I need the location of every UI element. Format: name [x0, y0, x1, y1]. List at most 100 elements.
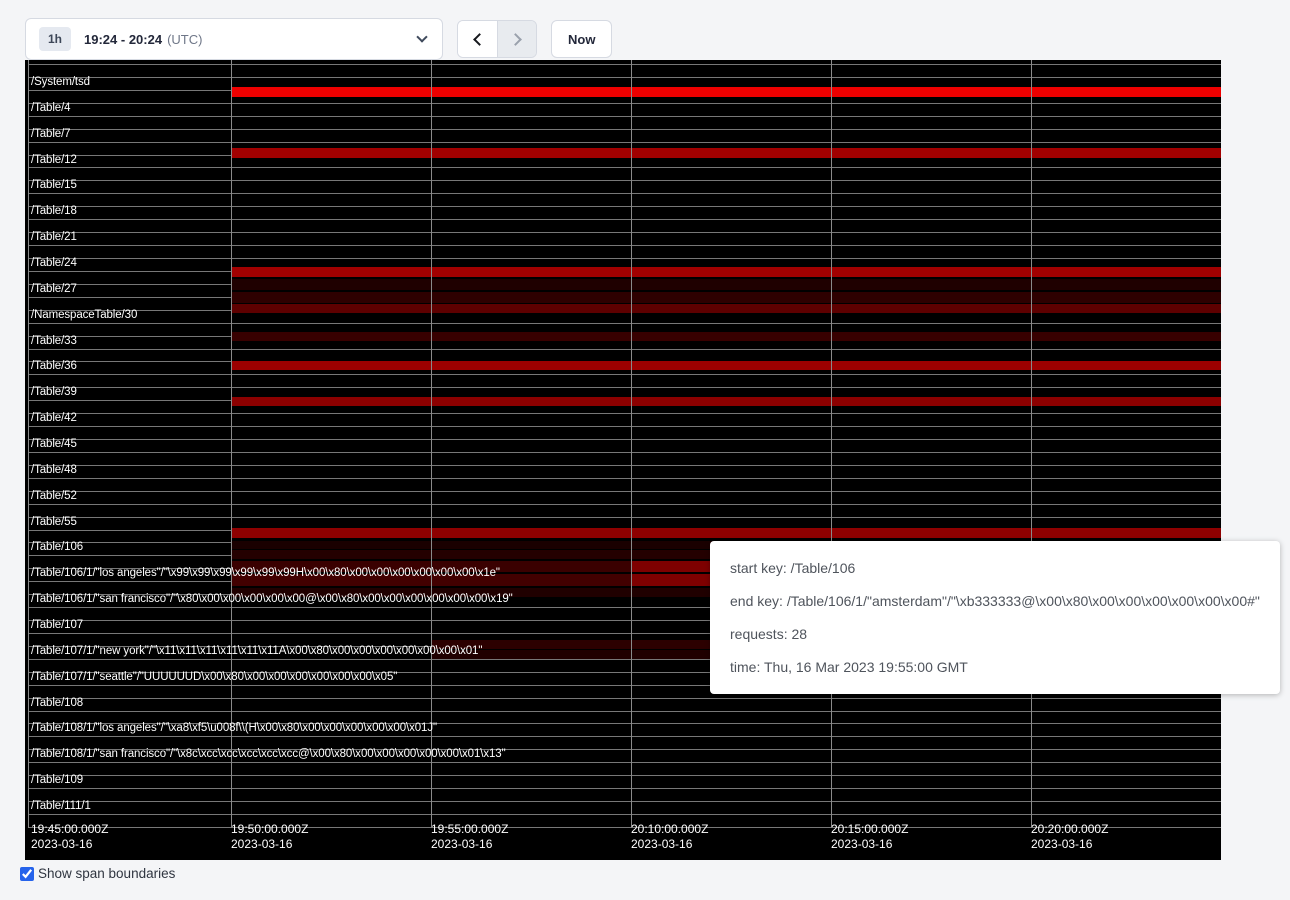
span-boundary-line: [28, 258, 1221, 259]
span-boundary-line: [28, 698, 1221, 699]
span-key-label: /Table/21: [31, 231, 77, 243]
time-grid-line: [28, 60, 29, 828]
span-boundary-line: [28, 245, 1221, 246]
span-boundary-line: [28, 465, 1221, 466]
tooltip-requests: requests: 28: [730, 618, 1260, 651]
prev-time-button[interactable]: [458, 21, 497, 57]
span-boundary-line: [28, 517, 1221, 518]
span-boundary-line: [28, 711, 1221, 712]
span-key-label: /Table/107: [31, 619, 83, 631]
tick-date: 2023-03-16: [231, 837, 308, 852]
span-boundary-line: [28, 426, 1221, 427]
span-boundary-line: [28, 452, 1221, 453]
span-boundary-line: [28, 374, 1221, 375]
span-key-label: /Table/106/1/"los angeles"/"\x99\x99\x99…: [31, 567, 500, 579]
time-grid-line: [631, 60, 632, 828]
span-boundary-line: [28, 206, 1221, 207]
span-boundary-line: [28, 142, 1221, 143]
chevron-right-icon: [509, 33, 522, 46]
tick-time: 20:20:00.000Z: [1031, 822, 1108, 837]
span-key-label: /Table/107/1/"seattle"/"UUUUUUD\x00\x80\…: [31, 671, 397, 683]
heatmap-band[interactable]: [231, 361, 1221, 370]
now-button[interactable]: Now: [551, 20, 612, 58]
span-boundary-line: [28, 64, 1221, 65]
span-key-label: /Table/45: [31, 438, 77, 450]
heatmap-band[interactable]: [231, 279, 1221, 290]
span-key-label: /Table/108: [31, 697, 83, 709]
span-key-label: /Table/4: [31, 102, 70, 114]
heatmap-band[interactable]: [231, 87, 1221, 97]
span-key-label: /Table/36: [31, 360, 77, 372]
heatmap-band[interactable]: [231, 267, 1221, 277]
span-boundary-line: [28, 736, 1221, 737]
span-key-label: /Table/24: [31, 257, 77, 269]
span-boundary-line: [28, 349, 1221, 350]
heatmap-band[interactable]: [231, 397, 1221, 406]
tick-time: 19:55:00.000Z: [431, 822, 508, 837]
time-grid-line: [431, 60, 432, 828]
span-key-label: /Table/15: [31, 179, 77, 191]
span-key-label: /Table/106/1/"san francisco"/"\x80\x00\x…: [31, 593, 513, 605]
tick-date: 2023-03-16: [831, 837, 908, 852]
span-boundary-line: [28, 167, 1221, 168]
span-boundary-line: [28, 232, 1221, 233]
span-boundary-line: [28, 193, 1221, 194]
chevron-left-icon: [473, 33, 486, 46]
span-boundary-line: [28, 775, 1221, 776]
time-grid-line: [231, 60, 232, 828]
range-timezone: (UTC): [167, 32, 202, 47]
range-duration-badge: 1h: [39, 27, 71, 51]
tooltip-time: time: Thu, 16 Mar 2023 19:55:00 GMT: [730, 651, 1260, 684]
time-axis-tick: 19:45:00.000Z2023-03-16: [31, 822, 108, 852]
heatmap-band[interactable]: [231, 148, 1221, 158]
span-key-label: /Table/107/1/"new york"/"\x11\x11\x11\x1…: [31, 645, 482, 657]
toolbar: 1h 19:24 - 20:24 (UTC) Now: [25, 18, 612, 60]
tick-time: 20:15:00.000Z: [831, 822, 908, 837]
span-key-label: /Table/106: [31, 541, 83, 553]
cell-tooltip: start key: /Table/106 end key: /Table/10…: [710, 541, 1280, 694]
span-boundary-line: [28, 762, 1221, 763]
span-key-label: /System/tsd: [31, 76, 90, 88]
time-axis-tick: 19:50:00.000Z2023-03-16: [231, 822, 308, 852]
time-axis-tick: 20:15:00.000Z2023-03-16: [831, 822, 908, 852]
heatmap-band[interactable]: [231, 332, 1221, 341]
show-span-boundaries-label[interactable]: Show span boundaries: [38, 866, 175, 881]
chevron-down-icon: [416, 31, 427, 42]
span-key-label: /Table/33: [31, 335, 77, 347]
span-key-label: /Table/108/1/"los angeles"/"\xa8\xf5\u00…: [31, 722, 437, 734]
time-axis-tick: 20:10:00.000Z2023-03-16: [631, 822, 708, 852]
time-grid-line: [1031, 60, 1032, 828]
span-key-label: /Table/52: [31, 490, 77, 502]
tooltip-end-key: end key: /Table/106/1/"amsterdam"/"\xb33…: [730, 585, 1260, 618]
heatmap-band[interactable]: [231, 292, 1221, 303]
span-key-label: /Table/27: [31, 283, 77, 295]
span-key-label: /Table/55: [31, 516, 77, 528]
span-boundary-line: [28, 478, 1221, 479]
span-key-label: /Table/39: [31, 386, 77, 398]
span-key-label: /Table/42: [31, 412, 77, 424]
tick-date: 2023-03-16: [31, 837, 108, 852]
span-boundary-line: [28, 801, 1221, 802]
heatmap-band[interactable]: [231, 528, 1221, 538]
tick-time: 20:10:00.000Z: [631, 822, 708, 837]
span-key-label: /Table/108/1/"san francisco"/"\x8c\xcc\x…: [31, 748, 506, 760]
span-boundary-line: [28, 103, 1221, 104]
time-grid-line: [831, 60, 832, 828]
span-boundary-line: [28, 788, 1221, 789]
time-range-select[interactable]: 1h 19:24 - 20:24 (UTC): [25, 18, 443, 60]
span-boundary-line: [28, 77, 1221, 78]
next-time-button[interactable]: [497, 21, 536, 57]
span-key-label: /Table/111/1: [31, 800, 91, 812]
key-visualizer-canvas[interactable]: /System/tsd/Table/4/Table/7/Table/12/Tab…: [25, 60, 1221, 860]
span-key-label: /Table/12: [31, 154, 77, 166]
span-boundary-line: [28, 116, 1221, 117]
span-boundary-line: [28, 814, 1221, 815]
heatmap-band[interactable]: [231, 304, 1221, 313]
span-key-label: /NamespaceTable/30: [31, 309, 137, 321]
span-boundary-line: [28, 219, 1221, 220]
tick-time: 19:45:00.000Z: [31, 822, 108, 837]
show-span-boundaries-checkbox[interactable]: [20, 867, 34, 881]
span-boundary-line: [28, 439, 1221, 440]
span-boundary-line: [28, 491, 1221, 492]
span-key-label: /Table/48: [31, 464, 77, 476]
